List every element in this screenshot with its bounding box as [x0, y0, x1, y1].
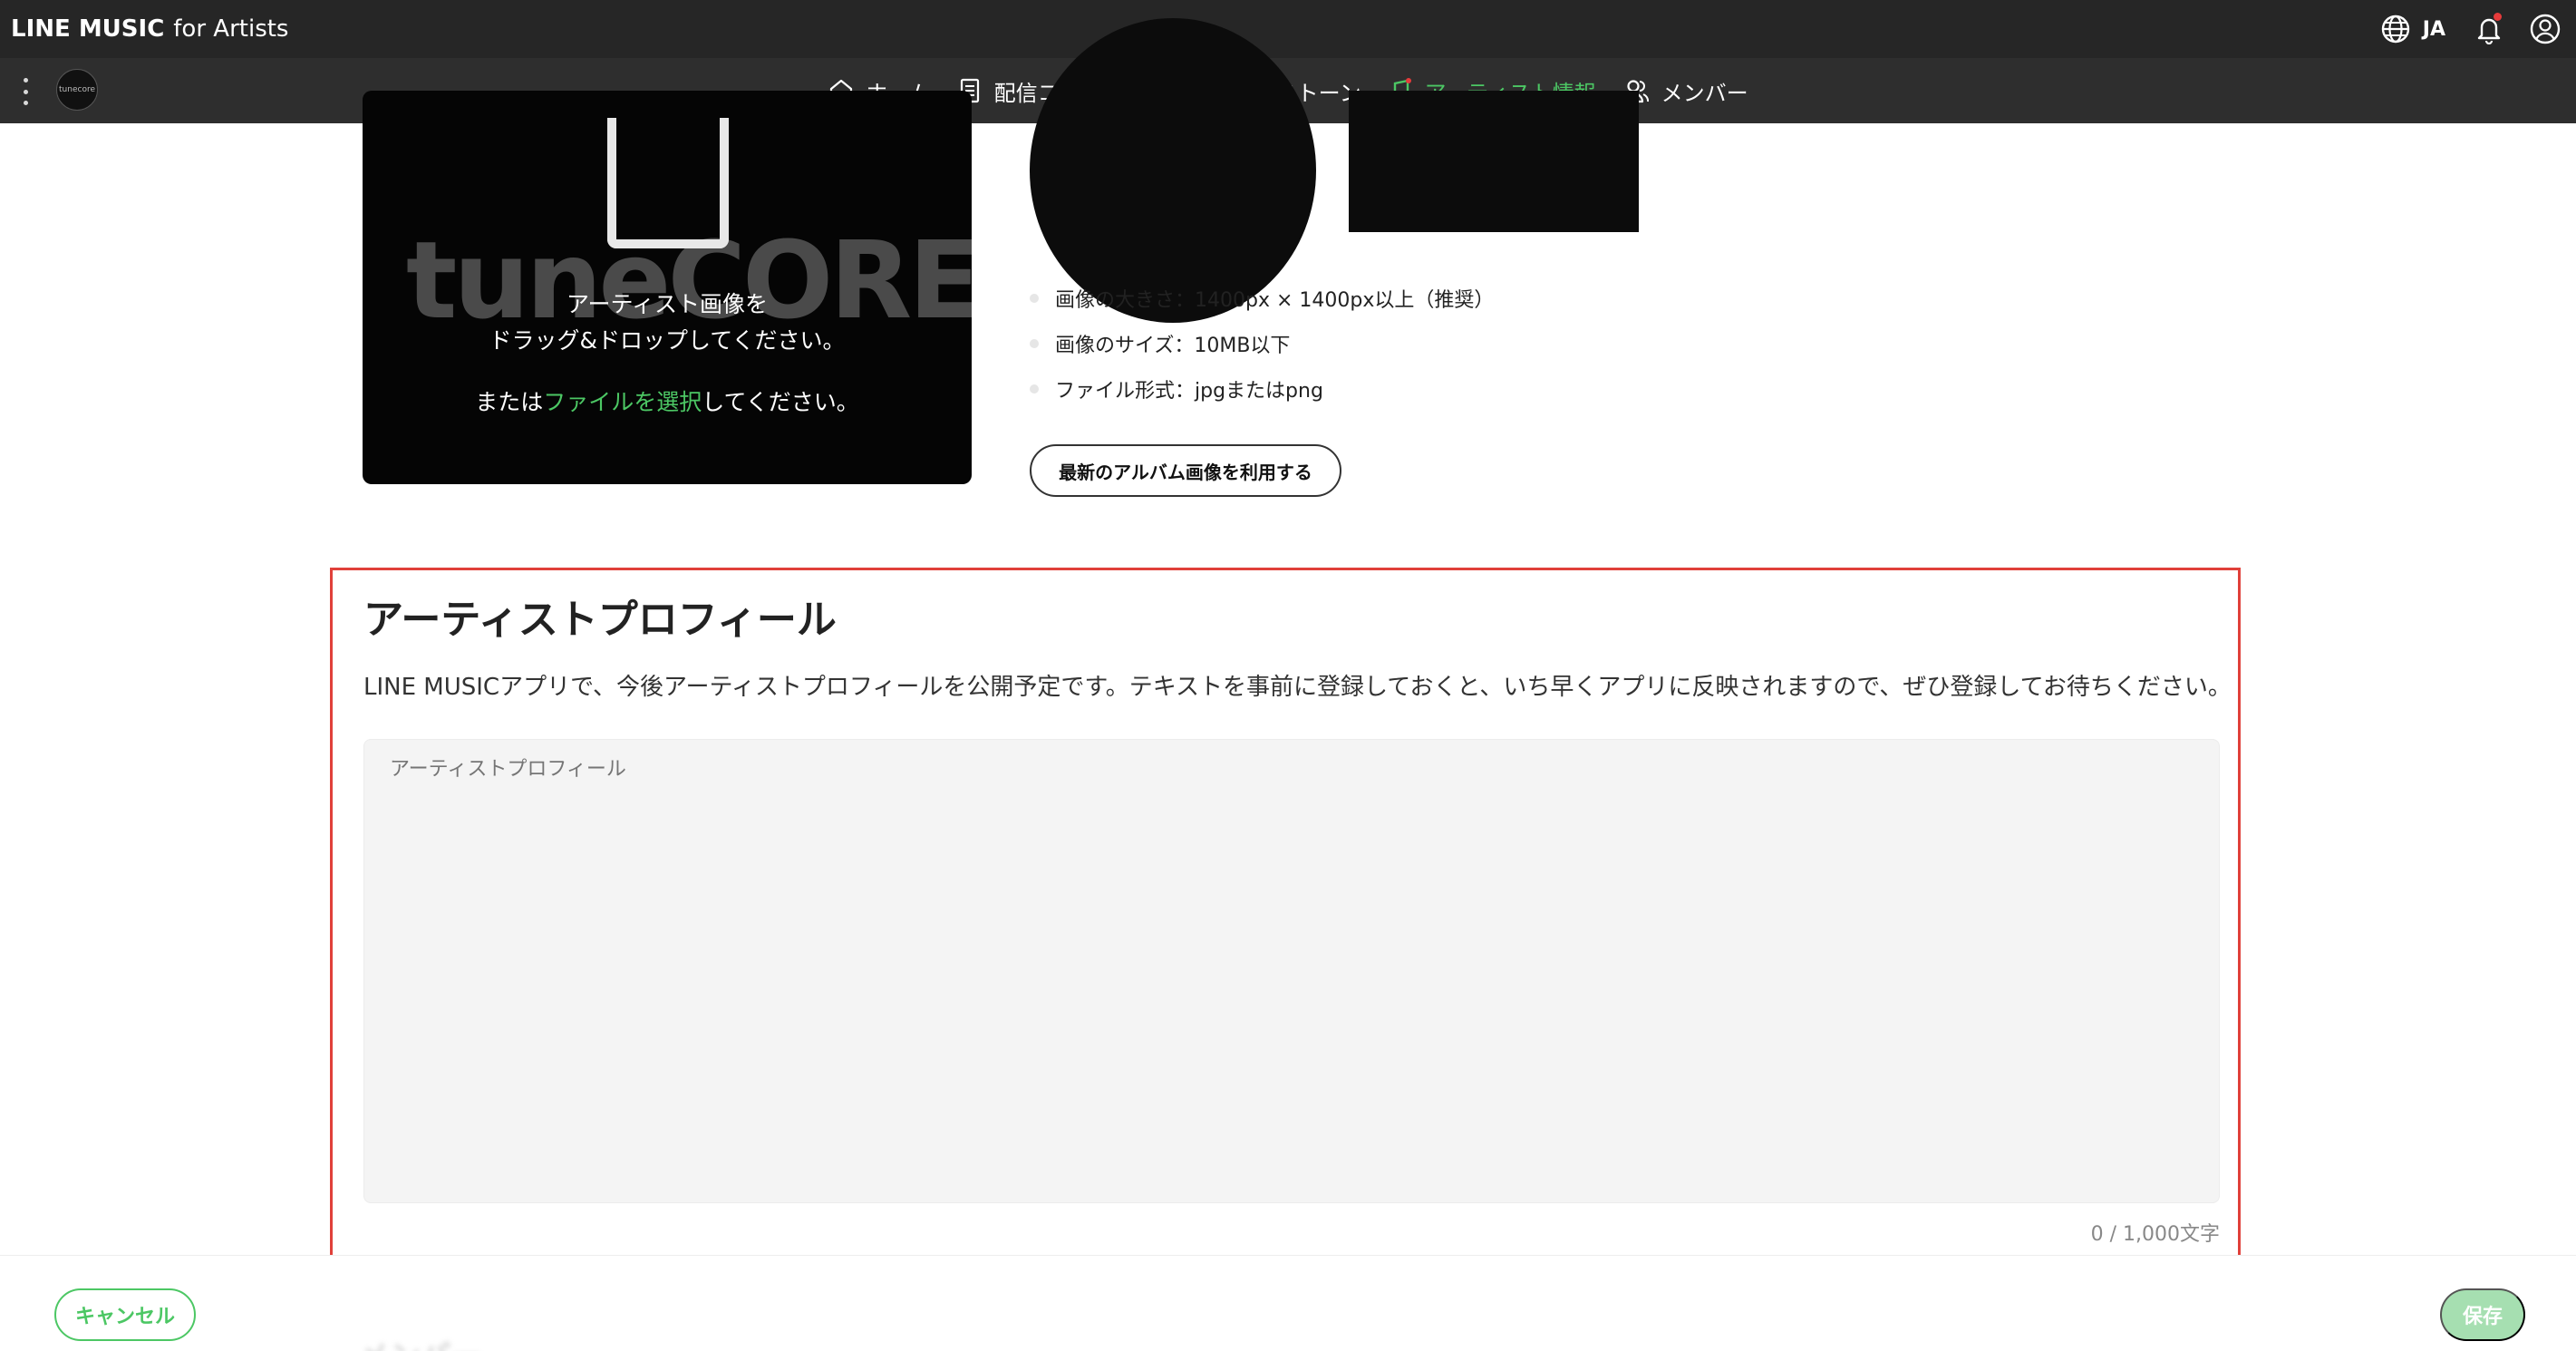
character-count: 0 / 1,000文字 [2090, 1223, 2220, 1246]
dropzone-line-3: またはファイルを選択してください。 [363, 384, 972, 421]
guideline-item: 画像のサイズ：10MB以下 [1030, 321, 1494, 366]
bullet-icon [1030, 339, 1039, 348]
top-header: LINE MUSIC for Artists JA [0, 0, 2576, 58]
or-prefix: または [475, 389, 544, 415]
dropzone-line-2: ドラッグ&ドロップしてください。 [489, 327, 846, 354]
profile-description: LINE MUSICアプリで、今後アーティストプロフィールを公開予定です。テキス… [363, 674, 2232, 701]
dropzone-instructions: アーティスト画像を ドラッグ&ドロップしてください。 またはファイルを選択してく… [363, 287, 972, 421]
bullet-icon [1030, 294, 1039, 303]
or-suffix: してください。 [702, 389, 859, 415]
page: LINE MUSIC for Artists JA tunecore ホーム [0, 0, 2576, 1351]
guideline-text: 画像のサイズ：10MB以下 [1055, 335, 1291, 357]
guideline-item: 画像の大きさ：1400px × 1400px以上（推奨） [1030, 276, 1494, 321]
next-section-heading: メンバー [359, 1332, 482, 1351]
user-icon[interactable] [2525, 9, 2565, 49]
cancel-button[interactable]: キャンセル [54, 1288, 196, 1341]
app-logo[interactable]: LINE MUSIC for Artists [11, 15, 288, 43]
footer-action-bar: メンバー キャンセル 保存 [0, 1255, 2576, 1351]
brand-subtitle: for Artists [173, 15, 289, 43]
bell-icon[interactable] [2469, 9, 2509, 49]
notification-badge [2494, 13, 2502, 21]
globe-icon[interactable] [2376, 9, 2416, 49]
dropzone-line-1: アーティスト画像を [566, 291, 768, 317]
language-selector[interactable]: JA [2423, 18, 2445, 41]
nav-item-members[interactable]: メンバー [1622, 75, 1748, 107]
square-preview [1349, 91, 1639, 232]
select-file-link[interactable]: ファイルを選択 [543, 389, 702, 415]
guideline-item: ファイル形式：jpgまたはpng [1030, 366, 1494, 412]
artist-profile-section: アーティストプロフィール LINE MUSICアプリで、今後アーティストプロフィ… [330, 568, 2241, 1259]
bullet-icon [1030, 384, 1039, 394]
image-guidelines: 画像の大きさ：1400px × 1400px以上（推奨） 画像のサイズ：10MB… [1030, 276, 1494, 412]
nav-label-members: メンバー [1661, 80, 1748, 106]
guideline-text: ファイル形式：jpgまたはpng [1055, 380, 1323, 403]
save-button[interactable]: 保存 [2440, 1288, 2525, 1341]
use-latest-album-image-button[interactable]: 最新のアルバム画像を利用する [1030, 444, 1341, 497]
brand-name: LINE MUSIC [11, 15, 165, 43]
profile-textarea[interactable] [363, 739, 2220, 1203]
profile-title: アーティストプロフィール [363, 597, 837, 643]
image-upload-icon [607, 118, 729, 248]
header-actions: JA [2376, 9, 2565, 49]
artist-image-dropzone[interactable]: tuneCORE アーティスト画像を ドラッグ&ドロップしてください。 またはフ… [363, 91, 972, 484]
guideline-text: 画像の大きさ：1400px × 1400px以上（推奨） [1055, 289, 1495, 312]
